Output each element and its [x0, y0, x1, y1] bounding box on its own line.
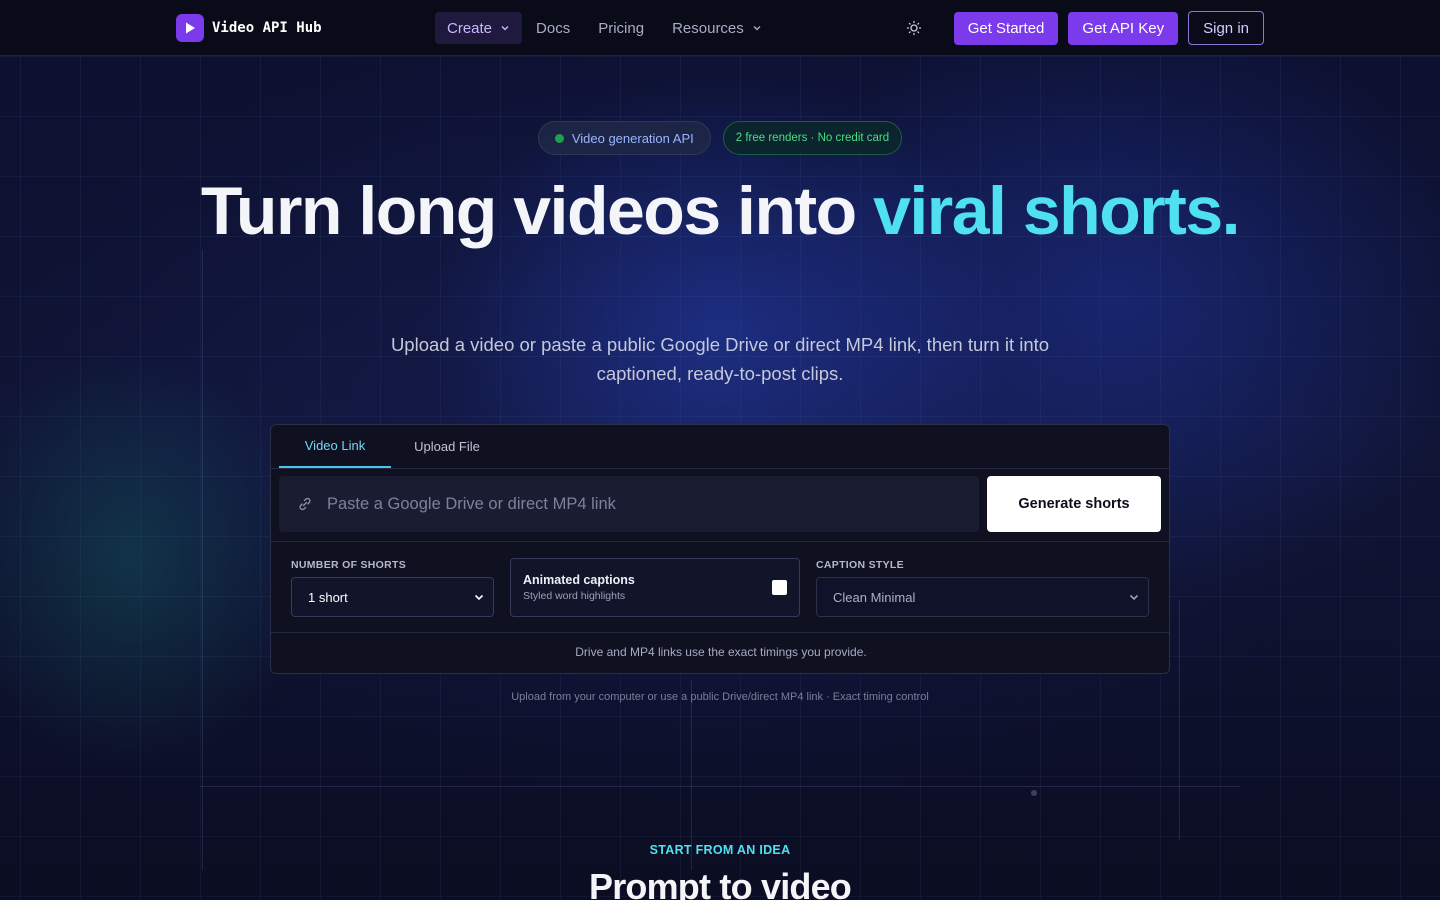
hero-subheadline: Upload a video or paste a public Google …	[390, 334, 1050, 384]
nav-menu: Create Docs Pricing Resources	[435, 12, 776, 44]
sun-icon	[906, 20, 921, 36]
nav-item-resources[interactable]: Resources	[658, 12, 776, 44]
chevron-down-icon	[1129, 594, 1139, 601]
section-title: Prompt to video	[588, 866, 852, 900]
caption-style-label: CAPTION STYLE	[816, 559, 904, 571]
badge-free-renders: 2 free renders · No credit card	[722, 121, 903, 155]
sign-in-button[interactable]: Sign in	[1188, 11, 1264, 45]
select-value: Clean Minimal	[833, 589, 916, 605]
nav-item-docs[interactable]: Docs	[522, 12, 584, 44]
number-of-shorts-select[interactable]: 1 short	[291, 577, 494, 617]
animated-captions-title: Animated captions	[523, 573, 635, 587]
decor-horizontal-line	[200, 786, 1240, 787]
generate-shorts-button[interactable]: Generate shorts	[987, 476, 1161, 532]
animated-captions-toggle[interactable]: Animated captions Styled word highlights	[510, 558, 800, 617]
get-api-key-button[interactable]: Get API Key	[1068, 11, 1179, 45]
tab-upload-file[interactable]: Upload File	[391, 425, 503, 468]
nav-actions: Get Started Get API Key Sign in	[900, 11, 1264, 45]
section-kicker: START FROM AN IDEA	[649, 843, 791, 857]
badge-label: Video generation API	[571, 130, 694, 146]
animated-captions-checkbox[interactable]	[772, 580, 787, 595]
badge-label: 2 free renders · No credit card	[735, 132, 890, 144]
generator-card: Video Link Upload File Generate shorts N…	[270, 424, 1170, 674]
upload-hint: Upload from your computer or use a publi…	[511, 691, 929, 703]
tab-video-link[interactable]: Video Link	[279, 425, 391, 468]
nav-item-pricing[interactable]: Pricing	[584, 12, 658, 44]
decor-vertical-line	[202, 250, 203, 870]
link-input-row: Generate shorts	[279, 476, 1161, 533]
select-value: 1 short	[308, 589, 348, 605]
chevron-down-icon	[474, 594, 484, 601]
nav-item-create[interactable]: Create	[435, 12, 523, 44]
status-dot-icon	[554, 133, 564, 143]
nav-item-label: Create	[447, 19, 493, 37]
chevron-down-icon	[753, 26, 761, 31]
play-icon	[176, 14, 204, 42]
get-started-button[interactable]: Get Started	[953, 11, 1059, 45]
chevron-down-icon	[501, 26, 509, 31]
nav-item-label: Docs	[536, 19, 571, 37]
hero-badges: Video generation API 2 free renders · No…	[0, 121, 1440, 155]
headline-plain: Turn long videos into	[200, 173, 874, 249]
hero-headline: Turn long videos into viral shorts.	[0, 176, 1440, 246]
decor-vertical-line	[691, 680, 692, 870]
theme-toggle-button[interactable]	[900, 11, 928, 45]
link-icon	[299, 497, 311, 511]
badge-video-generation: Video generation API	[537, 121, 711, 155]
headline-highlight: viral shorts.	[873, 173, 1241, 249]
caption-style-select[interactable]: Clean Minimal	[816, 577, 1149, 617]
animated-captions-subtitle: Styled word highlights	[523, 590, 626, 602]
card-footnote: Drive and MP4 links use the exact timing…	[575, 645, 867, 659]
decor-dot	[1031, 790, 1037, 796]
number-of-shorts-label: NUMBER OF SHORTS	[291, 559, 407, 571]
video-link-field	[279, 476, 979, 532]
logo[interactable]: Video API Hub	[176, 14, 322, 42]
options-row: NUMBER OF SHORTS 1 short Animated captio…	[271, 541, 1169, 633]
nav-item-label: Resources	[672, 19, 744, 37]
video-link-input[interactable]	[327, 494, 947, 514]
logo-text: Video API Hub	[212, 20, 322, 36]
top-navbar: Video API Hub Create Docs Pricing Resour…	[0, 0, 1440, 56]
input-tabs: Video Link Upload File	[271, 425, 1169, 469]
nav-item-label: Pricing	[598, 19, 645, 37]
decor-vertical-line	[1179, 600, 1180, 840]
